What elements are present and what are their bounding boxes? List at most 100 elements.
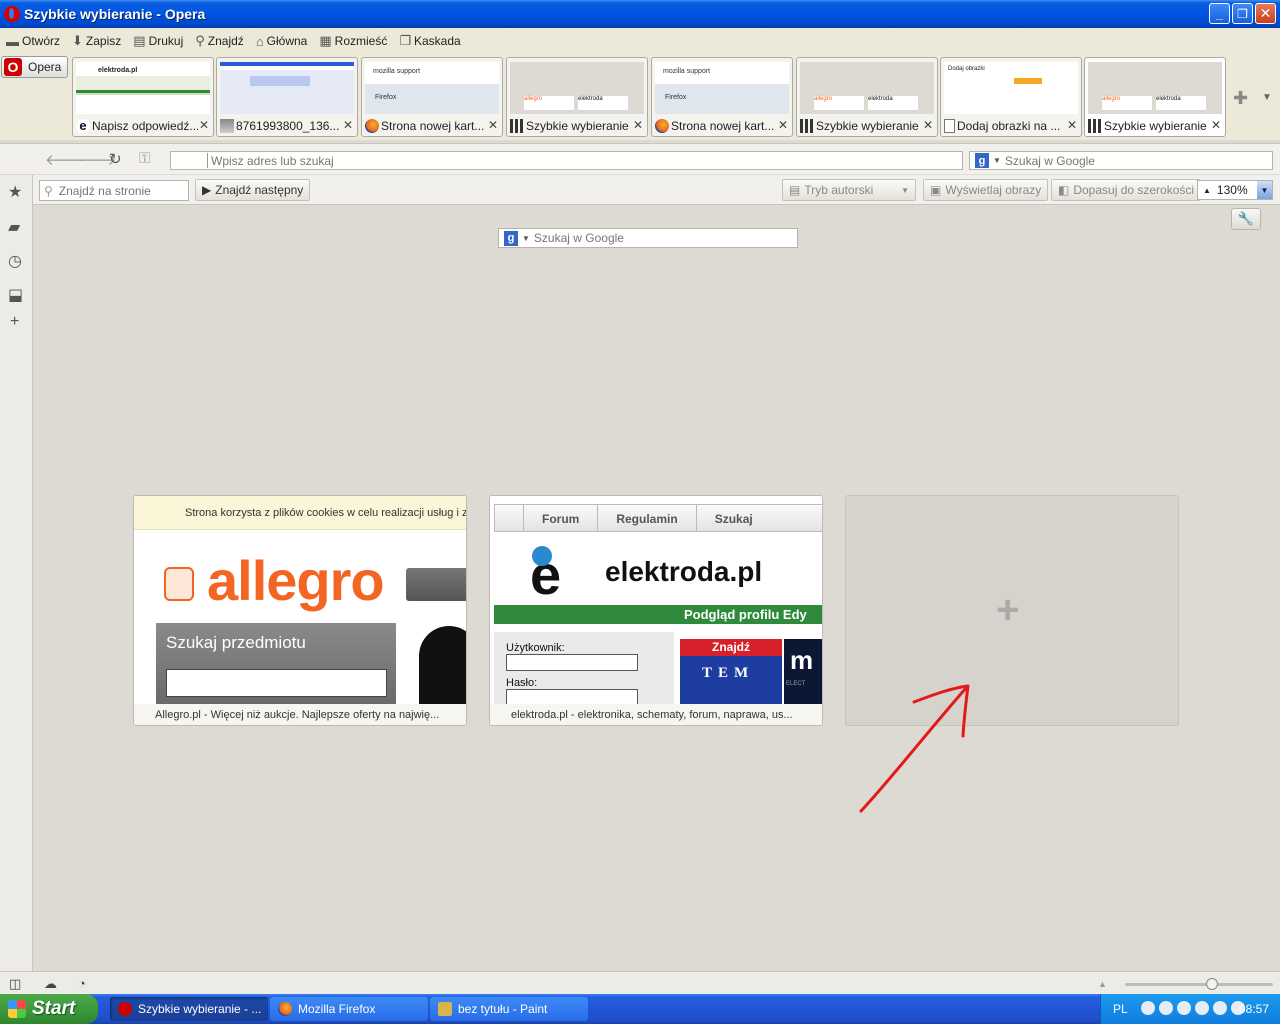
firefox-icon: [278, 1002, 292, 1016]
volume-icon[interactable]: [1195, 1001, 1209, 1015]
turbo-cloud-icon[interactable]: ☁: [44, 976, 57, 992]
maximize-button[interactable]: ❐: [1232, 3, 1253, 24]
tab-speed-dial-active[interactable]: allegro elektroda Szybkie wybieranie ✕: [1084, 57, 1226, 137]
print-button[interactable]: ▤ Drukuj: [133, 33, 183, 49]
cascade-icon: ❐: [399, 33, 411, 48]
tab-napisz[interactable]: elektroda.pl e Napisz odpowiedź... ✕: [72, 57, 214, 137]
taskbar-item-opera[interactable]: Szybkie wybieranie - ...: [110, 997, 268, 1021]
allegro-logo: allegro: [207, 549, 385, 612]
search-box[interactable]: g ▼: [969, 151, 1273, 170]
tab-close-icon[interactable]: ✕: [1211, 118, 1221, 132]
keyboard-icon[interactable]: [1141, 1001, 1155, 1015]
speed-dial-settings-wrench-icon[interactable]: 🔧: [1231, 208, 1261, 230]
tab-close-icon[interactable]: ✕: [923, 118, 933, 132]
chevron-down-icon[interactable]: ▼: [522, 234, 530, 243]
tab-speed-dial-1[interactable]: allegro elektroda Szybkie wybieranie ✕: [506, 57, 648, 137]
zoom-select[interactable]: ▲ 130% ▼: [1197, 180, 1273, 200]
show-images-button[interactable]: ▣ Wyświetlaj obrazy: [923, 179, 1049, 201]
start-button[interactable]: Start: [0, 994, 98, 1024]
address-field[interactable]: [170, 151, 963, 170]
speed-dial-search-box[interactable]: g ▼: [498, 228, 798, 248]
add-panel-plus-icon[interactable]: +: [10, 313, 19, 331]
opera-menu-button[interactable]: O Opera: [1, 56, 68, 78]
tab-firefox-newtab-2[interactable]: mozilla support Firefox Strona nowej kar…: [651, 57, 793, 137]
home-button[interactable]: ⌂ Główna: [256, 34, 308, 49]
find-toolbar: ⚲ ▶Znajdź następny ▤Tryb autorski▼ ▣Wyśw…: [33, 175, 1280, 205]
tab-close-icon[interactable]: ✕: [199, 118, 209, 132]
dial-caption: Allegro.pl - Więcej niż aukcje. Najlepsz…: [134, 704, 466, 725]
notes-icon[interactable]: ▰: [8, 217, 20, 237]
tab-list-chevron-down-icon[interactable]: ▼: [1262, 92, 1272, 103]
search-input[interactable]: [1004, 153, 1255, 168]
author-mode-button[interactable]: ▤ Tryb autorski ▼: [782, 179, 916, 201]
tray-back-icon[interactable]: [1159, 1001, 1173, 1015]
find-next-button[interactable]: ▶ Znajdź następny: [195, 179, 311, 201]
tile-button[interactable]: ▦ Rozmieść: [319, 33, 387, 49]
fit-width-button[interactable]: ◧ Dopasuj do szerokości: [1051, 179, 1202, 201]
tab-image[interactable]: 8761993800_136... ✕: [216, 57, 358, 137]
tab-close-icon[interactable]: ✕: [633, 118, 643, 132]
elektroda-logo-text: elektroda.pl: [605, 556, 763, 587]
address-input[interactable]: [211, 153, 951, 168]
system-tray: PL 08:57: [1100, 994, 1280, 1024]
speed-dial-search-input[interactable]: [533, 231, 784, 245]
downloads-icon[interactable]: ⬓: [8, 285, 23, 305]
dial-caption: elektroda.pl - elektronika, schematy, fo…: [490, 704, 822, 725]
taskbar-item-paint[interactable]: bez tytułu - Paint: [430, 997, 588, 1021]
tab-thumbnail: allegro elektroda: [800, 62, 934, 114]
speed-dial-elektroda[interactable]: Forum Regulamin Szukaj e elektroda.pl Po…: [489, 495, 823, 726]
speed-gauge-icon[interactable]: ◔: [78, 976, 86, 991]
reload-icon[interactable]: ↻: [109, 150, 122, 168]
paint-icon: [438, 1002, 452, 1016]
key-icon[interactable]: ⚿: [139, 150, 150, 167]
zoom-slider[interactable]: [1125, 983, 1273, 986]
fit-width-icon: ◧: [1058, 183, 1070, 197]
magnifier-icon: ⚲: [195, 33, 205, 48]
minimize-button[interactable]: _: [1209, 3, 1230, 24]
cascade-button[interactable]: ❐ Kaskada: [399, 33, 460, 49]
tab-speed-dial-2[interactable]: allegro elektroda Szybkie wybieranie ✕: [796, 57, 938, 137]
history-clock-icon[interactable]: ◷: [8, 251, 22, 271]
side-panel: ★ ▰ ◷ ⬓ +: [0, 175, 33, 971]
google-icon[interactable]: g: [504, 230, 518, 246]
new-tab-icon[interactable]: ✚: [1233, 88, 1248, 109]
status-bar: ◫ ☁ ◔ ▲: [0, 971, 1280, 994]
find-button[interactable]: ⚲ Znajdź: [195, 33, 244, 49]
opera-logo-icon: [4, 6, 20, 22]
elektroda-ad: m ELECT: [784, 639, 822, 704]
elektroda-nav: Forum Regulamin Szukaj: [494, 504, 822, 532]
zoom-up-icon[interactable]: ▲: [1203, 186, 1211, 195]
tab-thumbnail: [220, 62, 354, 114]
window-title: Szybkie wybieranie - Opera: [24, 6, 206, 22]
tab-close-icon[interactable]: ✕: [488, 118, 498, 132]
tab-close-icon[interactable]: ✕: [778, 118, 788, 132]
address-toolbar: 🡐 🡒 ↻ ⚿ g ▼: [0, 143, 1280, 174]
chevron-down-icon: ▼: [901, 185, 909, 195]
tab-firefox-newtab-1[interactable]: mozilla support Firefox Strona nowej kar…: [361, 57, 503, 137]
speed-dial-add[interactable]: +: [845, 495, 1179, 726]
language-indicator[interactable]: PL: [1113, 1002, 1128, 1016]
opera-icon: [118, 1002, 132, 1016]
zoom-up-icon[interactable]: ▲: [1098, 979, 1107, 989]
speed-dial-allegro[interactable]: Strona korzysta z plików cookies w celu …: [133, 495, 467, 726]
hand-logo-icon: [164, 567, 194, 601]
tab-close-icon[interactable]: ✕: [1067, 118, 1077, 132]
chevron-down-icon[interactable]: ▼: [993, 156, 1001, 165]
google-icon[interactable]: g: [975, 153, 989, 168]
panel-toggle-icon[interactable]: ◫: [9, 976, 21, 992]
find-field[interactable]: ⚲: [39, 180, 189, 201]
opera-tray-icon[interactable]: [1213, 1001, 1227, 1015]
tab-close-icon[interactable]: ✕: [343, 118, 353, 132]
title-bar: Szybkie wybieranie - Opera _ ❐ ✕: [0, 0, 1280, 28]
windows-flag-icon: [8, 1000, 26, 1018]
find-input[interactable]: [58, 183, 179, 198]
bookmarks-star-icon[interactable]: ★: [8, 182, 22, 202]
taskbar-item-firefox[interactable]: Mozilla Firefox: [270, 997, 428, 1021]
close-button[interactable]: ✕: [1255, 3, 1276, 24]
zoom-slider-handle[interactable]: [1206, 978, 1218, 990]
save-button[interactable]: ⬇ Zapisz: [72, 33, 121, 49]
tab-dodaj-obrazki[interactable]: Dodaj obrazki Dodaj obrazki na ... ✕: [940, 57, 1082, 137]
chevron-down-icon[interactable]: ▼: [1257, 181, 1272, 199]
open-button[interactable]: ▬ Otwórz: [6, 34, 60, 49]
network-icon[interactable]: [1177, 1001, 1191, 1015]
